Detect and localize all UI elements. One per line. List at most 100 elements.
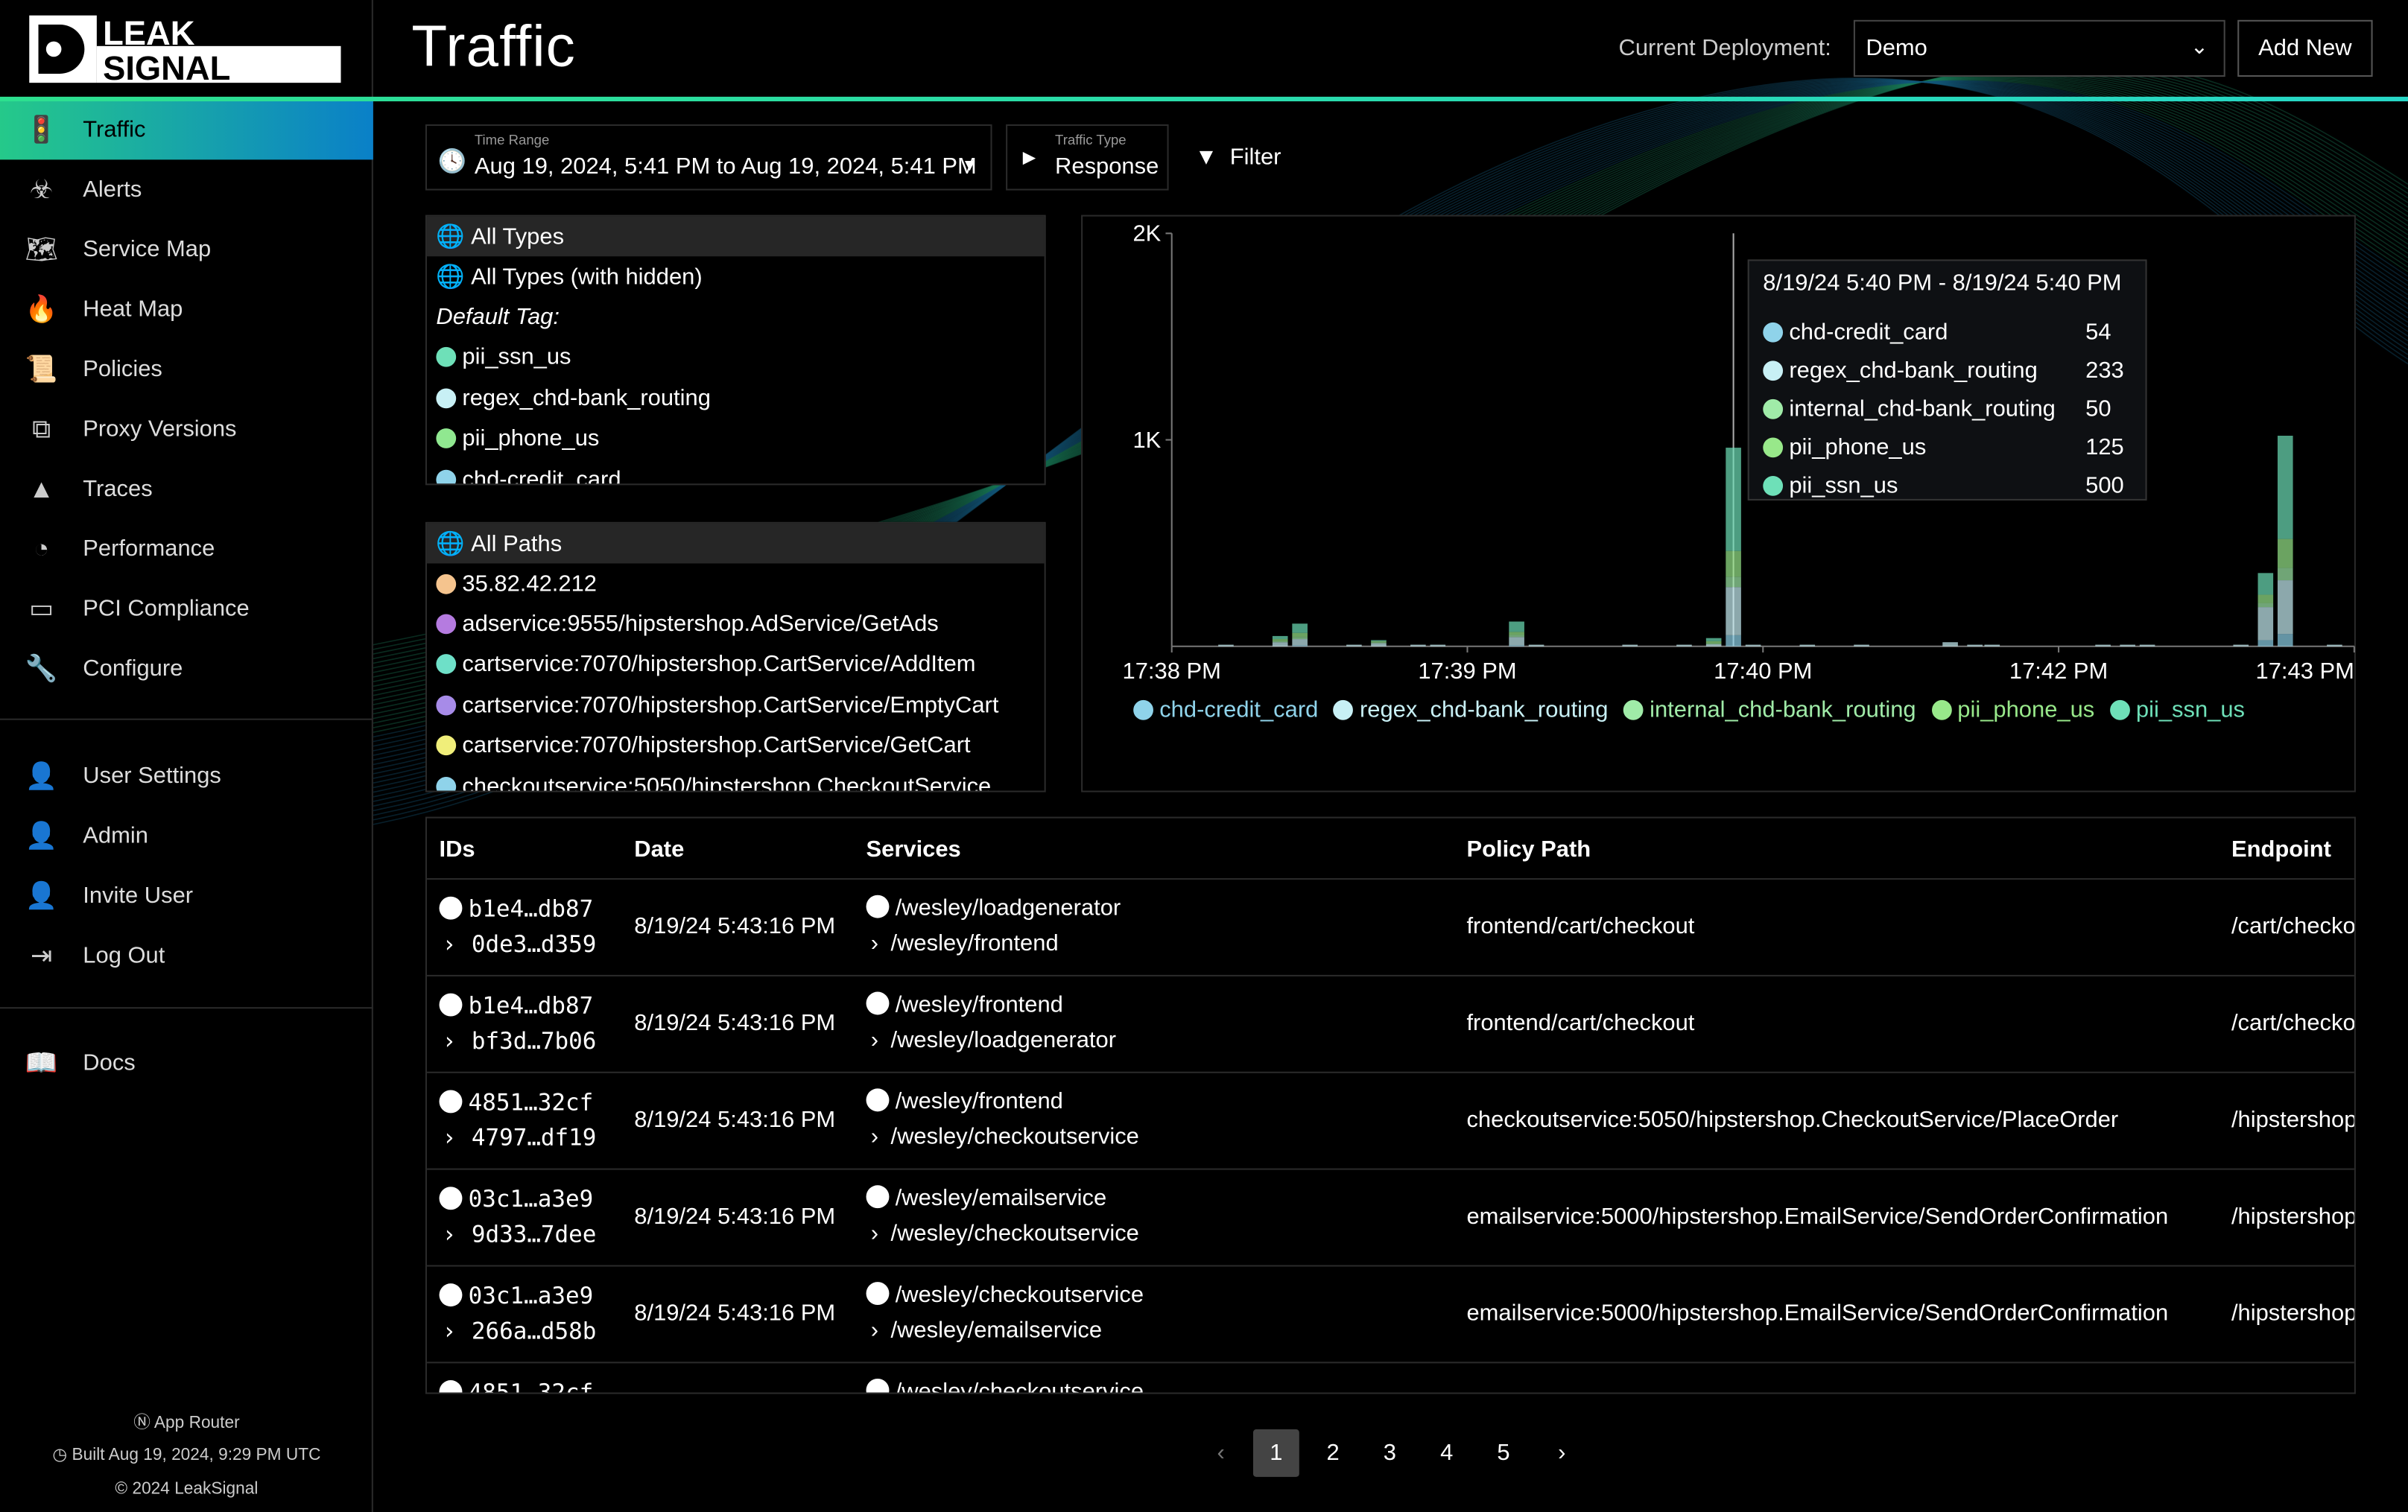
sidebar-item-invite-user[interactable]: 👤 Invite User (0, 866, 373, 926)
bar-segment-internal_chd-bank_routing[interactable] (1726, 576, 1741, 588)
bar-segment-chd-credit_card[interactable] (2277, 634, 2293, 647)
bar-segment-pii_phone_us[interactable] (2258, 594, 2274, 603)
bar-segment-pii_ssn_us[interactable] (1509, 621, 1524, 632)
bar-segment-pii_phone_us[interactable] (1292, 632, 1308, 638)
bar-segment-regex_chd-bank_routing[interactable] (1430, 644, 1446, 647)
bar-segment-regex_chd-bank_routing[interactable] (2139, 644, 2155, 647)
sidebar-item-policies[interactable]: 📜 Policies (0, 340, 373, 399)
filter-button[interactable]: ▼ Filter (1195, 144, 1281, 171)
bar-segment-internal_chd-bank_routing[interactable] (2258, 603, 2274, 608)
page-5-button[interactable]: 5 (1480, 1429, 1527, 1477)
bar-segment-regex_chd-bank_routing[interactable] (1854, 644, 1869, 647)
bar-segment-regex_chd-bank_routing[interactable] (1726, 587, 1741, 635)
bar-segment-regex_chd-bank_routing[interactable] (2277, 580, 2293, 635)
page-3-button[interactable]: 3 (1366, 1429, 1413, 1477)
bar-segment-regex_chd-bank_routing[interactable] (1967, 644, 1983, 647)
filter-option[interactable]: cartservice:7070/hipstershop.CartService… (427, 725, 1045, 766)
legend-item[interactable]: internal_chd-bank_routing (1623, 697, 1916, 723)
filter-option[interactable]: pii_phone_us (427, 419, 1045, 459)
bar-segment-regex_chd-bank_routing[interactable] (1292, 639, 1308, 646)
table-row[interactable]: 4851…32cf/wesley/checkoutservice (427, 1362, 2354, 1393)
table-row[interactable]: b1e4…db87 › bf3d…7b06 8/19/24 5:43:16 PM/we… (427, 974, 2354, 1072)
bar-segment-regex_chd-bank_routing[interactable] (2233, 644, 2249, 647)
page-1-button[interactable]: 1 (1252, 1429, 1299, 1477)
sidebar-item-docs[interactable]: 📖 Docs (0, 1033, 373, 1093)
sidebar-item-traffic[interactable]: 🚦 Traffic (0, 99, 373, 160)
bar-segment-regex_chd-bank_routing[interactable] (1745, 644, 1761, 647)
bar-segment-pii_phone_us[interactable] (1509, 632, 1524, 635)
bar-segment-pii_ssn_us[interactable] (1272, 635, 1288, 640)
legend-item[interactable]: chd-credit_card (1133, 697, 1318, 723)
bar-segment-chd-credit_card[interactable] (1292, 645, 1308, 647)
sidebar-item-admin[interactable]: 👤 Admin (0, 806, 373, 865)
legend-item[interactable]: pii_phone_us (1931, 697, 2094, 723)
column-header[interactable]: Policy Path (1466, 836, 1591, 863)
sidebar-item-alerts[interactable]: ☣ Alerts (0, 159, 373, 219)
bar-segment-regex_chd-bank_routing[interactable] (1942, 642, 1958, 647)
bar-segment-regex_chd-bank_routing[interactable] (1509, 637, 1524, 646)
sidebar-item-pci-compliance[interactable]: ▭ PCI Compliance (0, 579, 373, 638)
column-header[interactable]: Endpoint (2231, 836, 2331, 863)
filter-option[interactable]: adservice:9555/hipstershop.AdService/Get… (427, 604, 1045, 644)
sidebar-item-configure[interactable]: 🔧 Configure (0, 638, 373, 698)
legend-item[interactable]: regex_chd-bank_routing (1333, 697, 1608, 723)
filter-option[interactable]: cartservice:7070/hipstershop.CartService… (427, 644, 1045, 684)
filter-option[interactable]: 35.82.42.212 (427, 563, 1045, 603)
bar-segment-pii_ssn_us[interactable] (2258, 573, 2274, 595)
bar-segment-pii_phone_us[interactable] (1272, 639, 1288, 641)
bar-segment-pii_phone_us[interactable] (1705, 641, 1722, 644)
page-2-button[interactable]: 2 (1310, 1429, 1356, 1477)
bar-segment-regex_chd-bank_routing[interactable] (1218, 644, 1234, 647)
bar-segment-internal_chd-bank_routing[interactable] (1272, 641, 1288, 643)
bar-segment-regex_chd-bank_routing[interactable] (1705, 644, 1722, 647)
table-row[interactable]: 03c1…a3e9 › 266a…d58b 8/19/24 5:43:16 PM/we… (427, 1265, 2354, 1362)
bar-segment-regex_chd-bank_routing[interactable] (1410, 644, 1426, 647)
filter-option[interactable]: chd-credit_card (427, 459, 1045, 484)
previous-page-button[interactable]: ‹ (1198, 1429, 1244, 1477)
next-page-button[interactable]: › (1539, 1429, 1585, 1477)
filter-option[interactable]: cartservice:7070/hipstershop.CartService… (427, 685, 1045, 725)
bar-segment-chd-credit_card[interactable] (2258, 640, 2274, 647)
table-row[interactable]: 03c1…a3e9 › 9d33…7dee 8/19/24 5:43:16 PM/we… (427, 1168, 2354, 1265)
filter-option[interactable]: checkoutservice:5050/hipstershop.Checkou… (427, 766, 1045, 791)
bar-segment-regex_chd-bank_routing[interactable] (1676, 644, 1692, 647)
bar-segment-chd-credit_card[interactable] (1726, 635, 1741, 647)
filter-option[interactable]: regex_chd-bank_routing (427, 378, 1045, 418)
bar-segment-regex_chd-bank_routing[interactable] (1984, 644, 2000, 647)
bar-segment-internal_chd-bank_routing[interactable] (1292, 637, 1308, 640)
deployment-select[interactable]: Demo ⌄ (1853, 19, 2225, 77)
time-range-picker[interactable]: 🕓 Time Range Aug 19, 2024, 5:41 PM to Au… (425, 124, 992, 191)
table-row[interactable]: 4851…32cf › 4797…df19 8/19/24 5:43:16 PM/we… (427, 1071, 2354, 1169)
bar-segment-pii_phone_us[interactable] (1371, 641, 1387, 643)
bar-segment-regex_chd-bank_routing[interactable] (1622, 644, 1638, 647)
traffic-type-selector[interactable]: ▶ Traffic Type Response (1006, 124, 1169, 191)
sidebar-item-log-out[interactable]: ⇥ Log Out (0, 926, 373, 985)
bar-segment-regex_chd-bank_routing[interactable] (1528, 644, 1544, 647)
bar-segment-regex_chd-bank_routing[interactable] (1799, 644, 1816, 647)
bar-segment-pii_ssn_us[interactable] (1292, 623, 1308, 633)
bar-segment-pii_ssn_us[interactable] (1371, 640, 1387, 641)
bar-segment-regex_chd-bank_routing[interactable] (2327, 644, 2342, 647)
bar-segment-regex_chd-bank_routing[interactable] (2095, 644, 2111, 647)
bar-segment-internal_chd-bank_routing[interactable] (2277, 568, 2293, 581)
bar-segment-regex_chd-bank_routing[interactable] (2120, 644, 2135, 647)
bar-segment-regex_chd-bank_routing[interactable] (1371, 643, 1387, 647)
column-header[interactable]: Date (634, 836, 684, 863)
column-header[interactable]: IDs (440, 836, 475, 863)
table-row[interactable]: b1e4…db87 › 0de3…d359 8/19/24 5:43:16 PM/we… (427, 878, 2354, 975)
panel-header-types[interactable]: 🌐 All Types (427, 216, 1045, 257)
bar-segment-internal_chd-bank_routing[interactable] (1371, 642, 1387, 644)
bar-segment-pii_phone_us[interactable] (2277, 539, 2293, 568)
bar-segment-pii_phone_us[interactable] (1726, 550, 1741, 577)
legend-item[interactable]: pii_ssn_us (2109, 697, 2245, 723)
bar-segment-regex_chd-bank_routing[interactable] (1346, 644, 1362, 647)
add-new-button[interactable]: Add New (2237, 19, 2373, 77)
bar-segment-regex_chd-bank_routing[interactable] (2258, 607, 2274, 641)
sidebar-item-heat-map[interactable]: 🔥 Heat Map (0, 279, 373, 339)
panel-header-paths[interactable]: 🌐 All Paths (427, 523, 1045, 564)
bar-segment-regex_chd-bank_routing[interactable] (1272, 642, 1288, 647)
column-header[interactable]: Services (866, 836, 961, 863)
bar-segment-pii_ssn_us[interactable] (1726, 448, 1741, 551)
bar-segment-pii_ssn_us[interactable] (1705, 638, 1722, 641)
page-4-button[interactable]: 4 (1424, 1429, 1470, 1477)
